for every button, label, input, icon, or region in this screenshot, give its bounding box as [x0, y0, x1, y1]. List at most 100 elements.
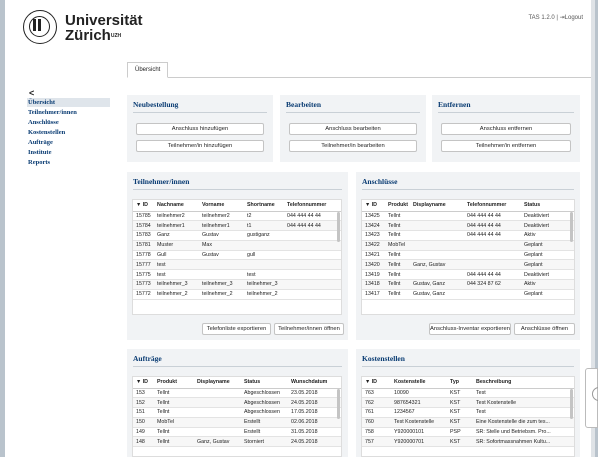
sidebar-item-reports[interactable]: Reports	[27, 158, 110, 168]
table-row[interactable]: 148 Tellnt Ganz, Gustav Storniert 24.05.2018	[133, 436, 341, 448]
col-wunschdatum[interactable]: Wunschdatum	[288, 377, 341, 389]
col-id[interactable]: ▼ ID	[133, 200, 154, 212]
col-telefonnummer[interactable]: Telefonnummer	[464, 200, 521, 212]
edit-anschluss-button[interactable]: Anschluss bearbeiten	[289, 123, 417, 135]
table-row[interactable]: 13425 Tellnt 044 444 44 44 Deaktiviert	[362, 211, 574, 222]
table-row[interactable]: 15784 teilnehmer1 teilnehmer1 t1 044 444 44 …	[133, 220, 341, 232]
table-cell	[284, 259, 341, 271]
table-cell: Y920000701	[391, 436, 447, 448]
col-id[interactable]: ▼ ID	[133, 377, 154, 389]
table-scrollbar[interactable]	[337, 212, 340, 242]
remove-anschluss-button[interactable]: Anschluss entfernen	[441, 123, 571, 135]
sidebar-item-uebersicht[interactable]: Übersicht	[27, 98, 110, 108]
col-beschreibung[interactable]: Beschreibung	[473, 377, 574, 389]
edit-teilnehmer-button[interactable]: Teilnehmer/in bearbeiten	[289, 140, 417, 152]
open-teilnehmer-button[interactable]: Teilnehmer/innen öffnen	[274, 323, 344, 335]
table-cell: 044 444 44 44	[284, 211, 341, 222]
table-cell	[410, 240, 464, 251]
table-cell: 153	[133, 388, 154, 399]
side-widget-tab[interactable]	[585, 368, 598, 428]
chevron-left-icon[interactable]: <	[29, 88, 34, 98]
table-row[interactable]: 151 Tellnt Abgeschlossen 17.05.2018	[133, 407, 341, 418]
table-row[interactable]: 757 Y920000701 KST SR: Sofortmassnahmen Kul…	[362, 436, 574, 448]
table-cell: 24.05.2018	[288, 436, 341, 448]
table-row[interactable]: 153 Tellnt Abgeschlossen 23.05.2018	[133, 388, 341, 399]
col-displayname[interactable]: Displayname	[194, 377, 241, 389]
table-cell	[194, 407, 241, 418]
table-row[interactable]: 13419 Tellnt 044 444 44 44 Deaktiviert	[362, 269, 574, 281]
col-nachname[interactable]: Nachname	[154, 200, 199, 212]
table-row[interactable]: 152 Tellnt Abgeschlossen 24.05.2018	[133, 397, 341, 409]
table-row[interactable]: 15785 teilnehmer2 teilnehmer2 t2 044 444 44 …	[133, 211, 341, 222]
col-produkt[interactable]: Produkt	[154, 377, 194, 389]
add-anschluss-button[interactable]: Anschluss hinzufügen	[136, 123, 264, 135]
table-row[interactable]: 13420 Tellnt Ganz, Gustav Geplant	[362, 259, 574, 271]
table-cell: Tellnt	[385, 230, 410, 241]
table-cell: t2	[244, 211, 284, 222]
table-scrollbar[interactable]	[570, 389, 573, 419]
col-vorname[interactable]: Vorname	[199, 200, 244, 212]
table-row[interactable]: 15777 test	[133, 259, 341, 271]
open-anschluesse-button[interactable]: Anschlüsse öffnen	[514, 323, 575, 335]
anschluesse-table[interactable]: ▼ ID Produkt Displayname Telefonnummer S…	[361, 199, 575, 315]
table-cell: test	[244, 269, 284, 281]
table-cell: 13424	[362, 220, 385, 232]
logout-link[interactable]: ⇥Logout	[560, 15, 583, 21]
kostenstellen-table[interactable]: ▼ ID Kostenstelle Typ Beschreibung 763 10…	[361, 376, 575, 457]
sidebar-item-kostenstellen[interactable]: Kostenstellen	[27, 128, 110, 138]
export-telefonliste-button[interactable]: Telefonliste exportieren	[202, 323, 271, 335]
sidebar-item-anschluesse[interactable]: Anschlüsse	[27, 118, 110, 128]
col-status[interactable]: Status	[241, 377, 288, 389]
table-scrollbar[interactable]	[570, 212, 573, 242]
table-row[interactable]: 760 Test Kostenstelle KST Eine Kostenstelle…	[362, 417, 574, 428]
table-row[interactable]: 15773 teilnehmer_3 teilnehmer_3 teilnehmer_…	[133, 279, 341, 290]
table-cell	[464, 240, 521, 251]
table-row[interactable]: 15775 test test	[133, 269, 341, 281]
col-typ[interactable]: Typ	[447, 377, 473, 389]
col-displayname[interactable]: Displayname	[410, 200, 464, 212]
table-row[interactable]: 13421 Tellnt Geplant	[362, 250, 574, 261]
teilnehmer-table[interactable]: ▼ ID Nachname Vorname Shortname Telefonn…	[132, 199, 342, 315]
table-cell: test	[154, 259, 199, 271]
table-row[interactable]: 149 Tellnt Erstellt 31.05.2018	[133, 427, 341, 438]
table-cell: 15772	[133, 289, 154, 300]
table-cell: 044 444 44 44	[284, 220, 341, 232]
col-status[interactable]: Status	[521, 200, 574, 212]
auftraege-table[interactable]: ▼ ID Produkt Displayname Status Wunschda…	[132, 376, 342, 457]
table-row[interactable]: 762 987654321 KST Test Kostenstelle	[362, 397, 574, 409]
table-cell: 150	[133, 417, 154, 428]
table-row[interactable]: 150 MobTel Erstellt 02.06.2018	[133, 417, 341, 428]
add-teilnehmer-button[interactable]: Teilnehmer/in hinzufügen	[136, 140, 264, 152]
table-row[interactable]: 15783 Ganz Gustav gustiganz	[133, 230, 341, 241]
table-row[interactable]: 758 Y920000101 PSP SR: Stelle und Betriebsm…	[362, 427, 574, 438]
table-cell: PSP	[447, 427, 473, 438]
auftraege-panel: Aufträge ▼ ID Produkt Displayname Status…	[127, 349, 348, 457]
col-id[interactable]: ▼ ID	[362, 377, 391, 389]
table-row[interactable]: 763 10090 KST Test	[362, 388, 574, 399]
table-row[interactable]: 13417 Tellnt Gustav, Ganz Geplant	[362, 289, 574, 300]
table-row[interactable]: 13422 MobTel Geplant	[362, 240, 574, 251]
col-produkt[interactable]: Produkt	[385, 200, 410, 212]
table-cell	[284, 269, 341, 281]
table-row[interactable]: 13424 Tellnt 044 444 44 44 Deaktiviert	[362, 220, 574, 232]
table-row[interactable]: 15781 Muster Max	[133, 240, 341, 251]
table-row[interactable]: 15778 Gull Gustav gull	[133, 250, 341, 261]
table-row[interactable]: 15772 teilnehmer_2 teilnehmer_2 teilnehmer_…	[133, 289, 341, 300]
sidebar-item-institute[interactable]: Institute	[27, 148, 110, 158]
sidebar-item-auftraege[interactable]: Aufträge	[27, 138, 110, 148]
table-row[interactable]: 13418 Tellnt Gustav, Ganz 044 324 87 62 Akti…	[362, 279, 574, 290]
university-seal-logo	[23, 10, 57, 44]
table-cell: 13421	[362, 250, 385, 261]
table-row[interactable]: 761 1234567 KST Test	[362, 407, 574, 418]
col-kostenstelle[interactable]: Kostenstelle	[391, 377, 447, 389]
table-cell: 151	[133, 407, 154, 418]
remove-teilnehmer-button[interactable]: Teilnehmer/in entfernen	[441, 140, 571, 152]
tab-uebersicht[interactable]: Übersicht	[127, 62, 169, 78]
export-anschluss-inventar-button[interactable]: Anschluss-Inventar exportieren	[429, 323, 511, 335]
table-scrollbar[interactable]	[337, 389, 340, 419]
table-row[interactable]: 13423 Tellnt 044 444 44 44 Aktiv	[362, 230, 574, 241]
col-id[interactable]: ▼ ID	[362, 200, 385, 212]
sidebar-item-teilnehmer[interactable]: Teilnehmer/innen	[27, 108, 110, 118]
col-shortname[interactable]: Shortname	[244, 200, 284, 212]
col-telefonnummer[interactable]: Telefonnummer	[284, 200, 341, 212]
